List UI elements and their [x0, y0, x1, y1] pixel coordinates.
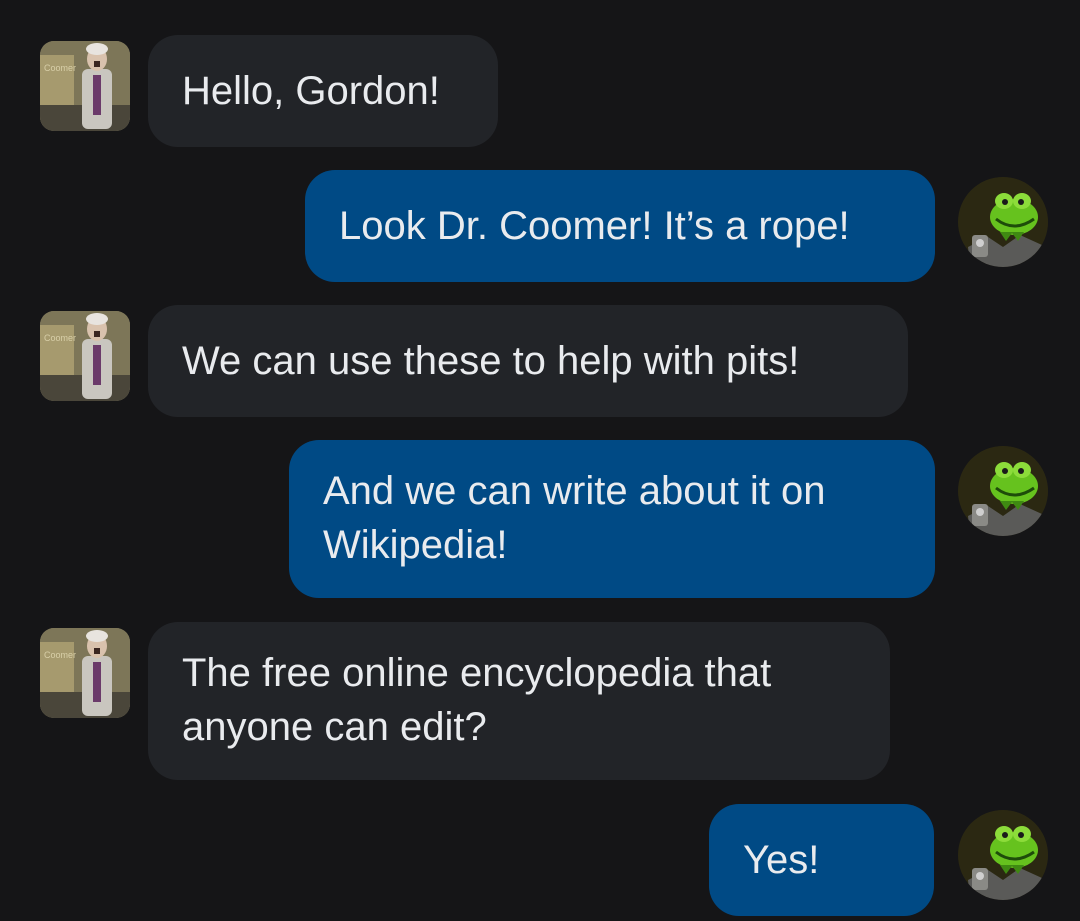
coomer-avatar[interactable]: Coomer [40, 628, 130, 718]
message-text: We can use these to help with pits! [182, 339, 800, 383]
message-bubble-outgoing: Yes! [709, 804, 934, 916]
gordon-avatar[interactable] [958, 177, 1048, 267]
message-row: Coomer The free online encyclopedia that… [0, 622, 1080, 780]
svg-text:Coomer: Coomer [44, 333, 76, 343]
svg-text:Coomer: Coomer [44, 650, 76, 660]
message-row: Coomer Hello, Gordon! [0, 35, 1080, 147]
message-text: Yes! [743, 838, 820, 882]
gordon-avatar[interactable] [958, 446, 1048, 536]
message-bubble-outgoing: Look Dr. Coomer! It’s a rope! [305, 170, 935, 282]
message-bubble-incoming: We can use these to help with pits! [148, 305, 908, 417]
message-text-line: Wikipedia! [323, 523, 508, 567]
message-text-line: And we can write about it on [323, 469, 826, 513]
message-bubble-incoming: Hello, Gordon! [148, 35, 498, 147]
coomer-avatar[interactable]: Coomer [40, 311, 130, 401]
svg-text:Coomer: Coomer [44, 63, 76, 73]
gordon-avatar[interactable] [958, 810, 1048, 900]
message-bubble-incoming: The free online encyclopedia that anyone… [148, 622, 890, 780]
message-bubble-outgoing: And we can write about it on Wikipedia! [289, 440, 935, 598]
message-text-line: anyone can edit? [182, 705, 487, 749]
message-row: And we can write about it on Wikipedia! [0, 440, 1080, 598]
coomer-avatar[interactable]: Coomer [40, 41, 130, 131]
message-text: Hello, Gordon! [182, 69, 440, 113]
message-row: Yes! [0, 804, 1080, 916]
message-text-line: The free online encyclopedia that [182, 651, 772, 695]
message-row: Look Dr. Coomer! It’s a rope! [0, 170, 1080, 282]
message-row: Coomer We can use these to help with pit… [0, 305, 1080, 417]
message-text: Look Dr. Coomer! It’s a rope! [339, 204, 850, 248]
